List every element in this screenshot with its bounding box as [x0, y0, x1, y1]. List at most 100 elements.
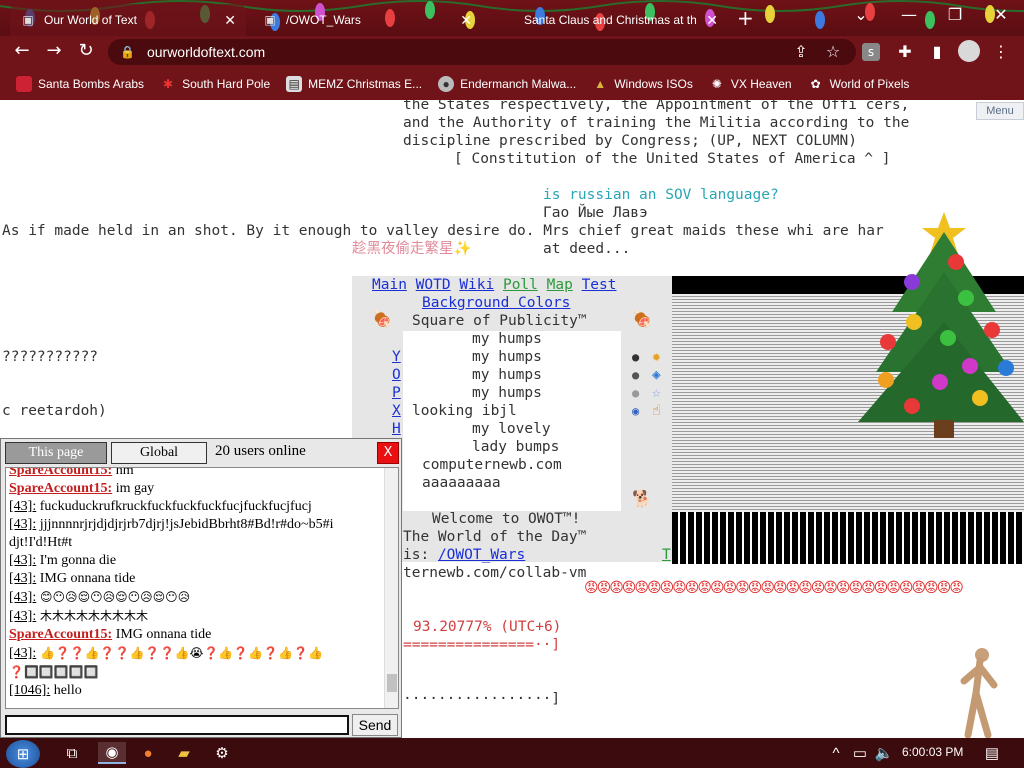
chat-username[interactable]: [1046]:	[9, 683, 50, 698]
settings-gear-icon[interactable]: ⚙	[210, 742, 234, 764]
letter-link[interactable]: H	[392, 420, 401, 438]
tab-search-chevron-icon[interactable]: ⌄	[846, 5, 876, 24]
tab-our-world-of-text[interactable]: ▣ Our World of Text ✕	[10, 4, 246, 36]
chat-tab-this-page[interactable]: This page	[5, 442, 107, 464]
chat-username[interactable]: [43]:	[9, 553, 36, 568]
chat-username[interactable]: SpareAccount15:	[9, 481, 112, 496]
chat-username[interactable]: [43]:	[9, 590, 36, 605]
chat-message-log[interactable]: SpareAccount15: hm SpareAccount15: im ga…	[5, 467, 399, 709]
side-panel-icon[interactable]: ▮	[926, 42, 948, 61]
chat-scrollbar-thumb[interactable]	[387, 674, 397, 692]
notification-center-icon[interactable]: ▤	[980, 742, 1004, 764]
tab-close-icon[interactable]: ✕	[460, 12, 472, 29]
sun-icon: ✹	[652, 349, 661, 365]
chat-message-text: I'm gonna die	[36, 553, 117, 568]
address-bar[interactable]: 🔒 ourworldoftext.com	[108, 39, 856, 65]
nav-link-map[interactable]: Map	[547, 277, 573, 293]
back-icon[interactable]: ←	[10, 40, 34, 61]
bookmark-endermanch-malware[interactable]: ● Endermanch Malwa...	[438, 76, 576, 92]
kebab-menu-icon[interactable]: ⋮	[990, 42, 1012, 61]
sausage-icon: 🍖	[632, 309, 652, 328]
letter-link[interactable]: Y	[392, 348, 401, 366]
window-close-icon[interactable]: ✕	[986, 5, 1016, 24]
restore-icon[interactable]: ❐	[940, 5, 970, 24]
share-icon[interactable]: ⇪	[790, 42, 812, 61]
snowflake-icon: ✱	[163, 77, 174, 91]
nav-link-test[interactable]: Test	[582, 277, 617, 293]
start-button-icon[interactable]: ⊞	[6, 740, 40, 768]
firefox-taskbar-icon[interactable]: ●	[136, 742, 160, 764]
extension-s-icon[interactable]: s	[862, 43, 880, 61]
chat-message-text: 木木木木木木木木木	[36, 609, 149, 623]
wotd-line: is: /OWOT_Wars	[403, 546, 525, 564]
tab-close-icon[interactable]: ✕	[706, 12, 718, 29]
file-explorer-icon[interactable]: ▰	[172, 742, 196, 764]
red-emoji-row: 😡😡😡😡😡😡😡😡😡😡😡😡😡😡😡😡😡😡😡😡😡😡😡😡😡😡😡😡😡😡	[584, 580, 964, 596]
letter-link[interactable]: O	[392, 366, 401, 384]
chat-send-button[interactable]: Send	[352, 714, 398, 736]
show-hidden-icons-chevron-icon[interactable]: ^	[824, 742, 848, 764]
chat-input[interactable]	[5, 715, 349, 735]
text-line: 趁黑夜偷走繁星✨	[352, 241, 472, 257]
text-line: discipline prescribed by Congress; (UP, …	[403, 133, 857, 149]
square-line: my humps	[472, 367, 542, 383]
wotd-link[interactable]: /OWOT_Wars	[438, 547, 525, 563]
bookmark-vx-heaven[interactable]: ✺ VX Heaven	[709, 76, 792, 92]
bookmark-memz-christmas[interactable]: ▤ MEMZ Christmas E...	[286, 76, 422, 92]
nav-link-main[interactable]: Main	[372, 277, 407, 293]
nav-link-wotd[interactable]: WOTD	[416, 277, 451, 293]
wotd-t-link[interactable]: T	[662, 546, 671, 564]
text-line: is russian an SOV language?	[543, 187, 779, 203]
chat-username[interactable]: [43]:	[9, 646, 36, 661]
chat-username[interactable]: [43]:	[9, 517, 36, 532]
new-tab-icon[interactable]: +	[737, 6, 754, 30]
circle-icon: ●	[632, 350, 640, 364]
square-line: my humps	[472, 385, 542, 401]
volume-icon[interactable]: 🔈	[872, 742, 896, 764]
chat-tab-global[interactable]: Global	[111, 442, 207, 464]
bookmark-world-of-pixels[interactable]: ✿ World of Pixels	[808, 76, 910, 92]
chat-message-text: djt!I'd!Ht#t	[9, 535, 73, 550]
minimize-icon[interactable]: —	[894, 5, 924, 24]
chat-username[interactable]: SpareAccount15:	[9, 627, 112, 642]
taskbar-clock[interactable]: 6:00:03 PM	[902, 745, 963, 759]
bookmark-south-hard-pole[interactable]: ✱ South Hard Pole	[160, 76, 270, 92]
square-line: looking ibjl	[412, 403, 517, 419]
extensions-puzzle-icon[interactable]: ✚	[894, 42, 916, 61]
chat-message-text: fuckuduckrufkruckfuckfuckfuckfucjfuckfuc…	[36, 499, 312, 514]
letter-link[interactable]: P	[392, 384, 401, 402]
square-line: my humps	[472, 349, 542, 365]
christmas-tree-image	[858, 212, 1024, 438]
bookmarks-bar: Santa Bombs Arabs ✱ South Hard Pole ▤ ME…	[0, 68, 1024, 100]
bookmark-star-icon[interactable]: ☆	[822, 42, 844, 61]
chat-close-button[interactable]: X	[377, 442, 399, 464]
chat-message: [43]: 😊😶😥😌😶😥😌😶😥😌😶😥	[9, 588, 398, 607]
tab-santa-claus[interactable]: Santa Claus and Christmas at th ✕	[490, 4, 728, 36]
santa-favicon-icon	[500, 12, 516, 28]
chat-scrollbar[interactable]	[384, 468, 398, 708]
bookmark-santa-bombs-arabs[interactable]: Santa Bombs Arabs	[16, 76, 144, 92]
bookmark-windows-isos[interactable]: ▲ Windows ISOs	[592, 76, 693, 92]
menu-button[interactable]: Menu	[976, 102, 1024, 120]
bookmark-label: Endermanch Malwa...	[460, 77, 577, 91]
task-view-icon[interactable]: ⧉	[60, 742, 84, 764]
network-icon[interactable]: ▭	[848, 742, 872, 764]
chat-username[interactable]: [43]:	[9, 609, 36, 624]
browser-toolbar: ← → ↻ 🔒 ourworldoftext.com ⇪ ☆ s ✚ ▮ ⋮	[0, 36, 1024, 68]
chat-username[interactable]: [43]:	[9, 571, 36, 586]
nav-link-poll[interactable]: Poll	[503, 277, 538, 293]
forward-icon[interactable]: →	[42, 40, 66, 61]
chat-message-text: IMG onnana tide	[36, 571, 136, 586]
chrome-taskbar-icon[interactable]: ◉	[98, 742, 126, 764]
chat-username[interactable]: [43]:	[9, 499, 36, 514]
square-line: my humps	[472, 331, 542, 347]
hand-icon: ☝	[652, 403, 661, 419]
chat-username[interactable]: SpareAccount15:	[9, 468, 112, 478]
reload-icon[interactable]: ↻	[74, 40, 98, 61]
profile-avatar-icon[interactable]	[958, 40, 980, 62]
tab-close-icon[interactable]: ✕	[224, 12, 236, 29]
background-colors-link[interactable]: Background Colors	[422, 295, 570, 311]
nav-link-wiki[interactable]: Wiki	[459, 277, 494, 293]
letter-link[interactable]: X	[392, 402, 401, 420]
tab-owot-wars[interactable]: ▣ /OWOT_Wars ✕	[252, 4, 482, 36]
